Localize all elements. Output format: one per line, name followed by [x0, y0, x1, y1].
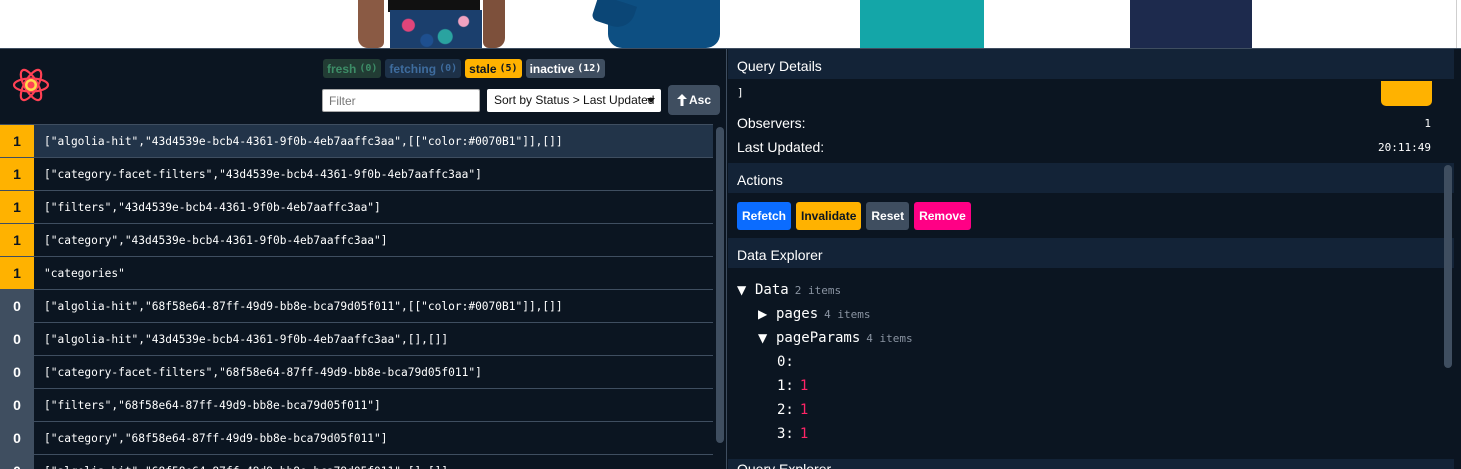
query-details-pane: Query Details ] Observers: 1 Last Update…	[728, 49, 1461, 469]
react-query-logo-icon[interactable]	[11, 67, 51, 103]
details-scrollbar[interactable]	[1444, 165, 1452, 368]
query-key-tail: ]	[731, 81, 1439, 105]
triangle-down-icon[interactable]: ▼	[737, 283, 749, 297]
query-list: 1 ["algolia-hit","43d4539e-bcb4-4361-9f0b…	[0, 124, 713, 469]
query-key: ["algolia-hit","68f58e64-87ff-49d9-bb8e-…	[44, 299, 563, 313]
query-details-heading: Query Details	[728, 49, 1454, 79]
invalidate-button[interactable]: Invalidate	[796, 202, 862, 230]
product-image-navy-item[interactable]	[1130, 0, 1252, 48]
query-key: ["category","43d4539e-bcb4-4361-9f0b-4eb…	[44, 233, 388, 247]
query-row[interactable]: 0 ["filters","68f58e64-87ff-49d9-bb8e-bca…	[0, 389, 713, 422]
observer-count-badge: 1	[0, 158, 34, 190]
product-image-blue-top[interactable]	[556, 0, 776, 48]
observer-count-badge: 0	[0, 323, 34, 355]
last-updated-row: Last Updated: 20:11:49	[728, 136, 1440, 158]
observer-count-badge: 1	[0, 224, 34, 256]
query-list-pane: fresh (0) fetching (0) stale (5) inactive (1…	[0, 49, 727, 469]
actions-heading: Actions	[728, 163, 1454, 193]
react-query-devtools-panel: fresh (0) fetching (0) stale (5) inactive (1…	[0, 48, 1461, 469]
actions-bar: Refetch Invalidate Reset Remove	[737, 202, 971, 230]
observers-label: Observers:	[737, 115, 806, 131]
query-key: ["algolia-hit","43d4539e-bcb4-4361-9f0b-…	[44, 134, 563, 148]
query-row[interactable]: 0 ["algolia-hit","43d4539e-bcb4-4361-9f0b…	[0, 323, 713, 356]
data-explorer: ▼ Data 2 items ▶ pages 4 items ▼ pagePar…	[731, 270, 1439, 454]
pageparams-node[interactable]: ▼ pageParams 4 items	[758, 330, 913, 346]
query-list-scrollbar[interactable]	[716, 127, 724, 443]
sort-direction-button[interactable]: Asc	[668, 85, 720, 115]
observer-count-badge: 0	[0, 422, 34, 454]
query-key: ["algolia-hit","43d4539e-bcb4-4361-9f0b-…	[44, 332, 449, 346]
last-updated-value: 20:11:49	[1378, 140, 1431, 154]
triangle-down-icon[interactable]: ▼	[758, 331, 770, 345]
query-row[interactable]: 1 "categories"	[0, 257, 713, 290]
query-list-header: fresh (0) fetching (0) stale (5) inactive (1…	[0, 49, 726, 124]
query-row[interactable]: 1 ["category-facet-filters","43d4539e-bcb…	[0, 158, 713, 191]
observer-count-badge: 0	[0, 356, 34, 388]
query-row[interactable]: 0 ["category-facet-filters","68f58e64-87f…	[0, 356, 713, 389]
pages-node[interactable]: ▶ pages 4 items	[758, 306, 871, 322]
query-key: ["category","68f58e64-87ff-49d9-bb8e-bca…	[44, 431, 388, 445]
arrow-up-icon	[676, 94, 687, 106]
pageparams-entry: 1: 1	[777, 378, 809, 394]
status-badges: fresh (0) fetching (0) stale (5) inactive (1…	[323, 59, 606, 78]
observer-count-badge: 1	[0, 191, 34, 223]
filter-input[interactable]	[322, 89, 480, 112]
reset-button[interactable]: Reset	[866, 202, 910, 230]
inactive-badge[interactable]: inactive (12)	[525, 59, 606, 78]
query-key: ["filters","43d4539e-bcb4-4361-9f0b-4eb7…	[44, 200, 381, 214]
pageparams-entry: 3: 1	[777, 426, 809, 442]
query-row[interactable]: 1 ["algolia-hit","43d4539e-bcb4-4361-9f0b…	[0, 125, 713, 158]
query-key: ["filters","68f58e64-87ff-49d9-bb8e-bca7…	[44, 398, 381, 412]
query-row[interactable]: 0["algolia-hit","68f58e64-87ff-49d9-bb8e…	[0, 455, 713, 469]
observer-count-badge: 1	[0, 257, 34, 289]
pageparams-entry: 2: 1	[777, 402, 809, 418]
product-image-skirt[interactable]	[318, 0, 530, 48]
triangle-right-icon[interactable]: ▶	[758, 307, 770, 321]
sort-select[interactable]: Sort by Status > Last Updated	[487, 89, 661, 112]
query-status-indicator	[1381, 81, 1432, 106]
query-key: ["category-facet-filters","43d4539e-bcb4…	[44, 167, 482, 181]
query-key: ["algolia-hit","68f58e64-87ff-49d9-bb8e-…	[34, 465, 448, 469]
data-explorer-heading: Data Explorer	[728, 238, 1454, 268]
query-row[interactable]: 1 ["filters","43d4539e-bcb4-4361-9f0b-4eb…	[0, 191, 713, 224]
query-key: "categories"	[44, 266, 125, 280]
product-image-strip	[0, 0, 1461, 48]
fresh-badge[interactable]: fresh (0)	[323, 59, 382, 78]
last-updated-label: Last Updated:	[737, 139, 825, 155]
query-explorer-heading: Query Explorer	[728, 459, 1454, 469]
product-image-teal-top[interactable]	[860, 0, 988, 48]
chevron-down-icon	[647, 98, 655, 103]
remove-button[interactable]: Remove	[914, 202, 971, 230]
stale-badge[interactable]: stale (5)	[465, 59, 522, 78]
query-row[interactable]: 1 ["category","43d4539e-bcb4-4361-9f0b-4e…	[0, 224, 713, 257]
observers-value: 1	[1424, 116, 1431, 130]
query-row[interactable]: 0 ["category","68f58e64-87ff-49d9-bb8e-bc…	[0, 422, 713, 455]
fetching-badge[interactable]: fetching (0)	[385, 59, 462, 78]
query-row[interactable]: 0 ["algolia-hit","68f58e64-87ff-49d9-bb8e…	[0, 290, 713, 323]
refetch-button[interactable]: Refetch	[737, 202, 792, 230]
query-key: ["category-facet-filters","68f58e64-87ff…	[44, 365, 482, 379]
pageparams-entry: 0:	[777, 354, 794, 370]
observer-count-badge: 0	[0, 389, 34, 421]
observer-count-badge: 0	[0, 455, 34, 469]
data-root-node[interactable]: ▼ Data 2 items	[737, 282, 841, 298]
observers-row: Observers: 1	[728, 112, 1440, 134]
observer-count-badge: 1	[0, 125, 34, 157]
observer-count-badge: 0	[0, 290, 34, 322]
